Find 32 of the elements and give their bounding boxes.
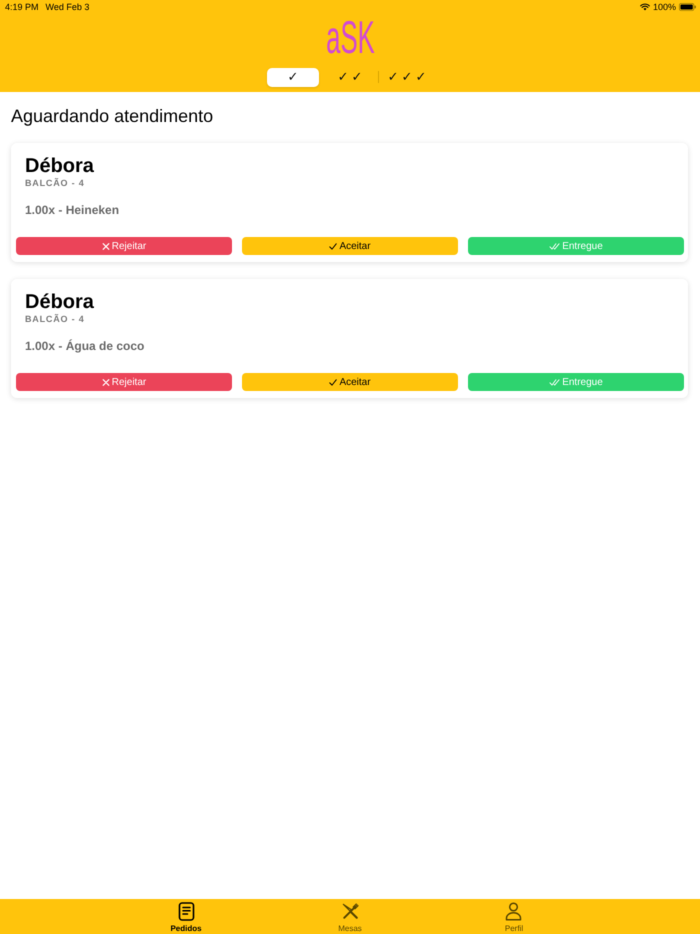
accept-button[interactable]: Aceitar <box>242 237 458 255</box>
table-label: BALCÃO - 4 <box>24 178 86 189</box>
battery-percent: 100% <box>652 2 676 12</box>
section-title: Aguardando atendimento <box>11 105 214 127</box>
document-icon <box>178 902 194 921</box>
segment-tab[interactable]: ✓✓ <box>324 68 376 86</box>
customer-name: Débora <box>24 154 95 178</box>
tab-bar-item[interactable]: Pedidos <box>170 899 202 934</box>
order-item: 1.00x - Heineken <box>24 203 120 217</box>
check-icon <box>329 242 338 250</box>
order-item: 1.00x - Água de coco <box>24 339 146 353</box>
tab-bar-item[interactable]: Perfil <box>504 899 524 934</box>
reject-button[interactable]: Rejeitar <box>16 237 232 255</box>
x-icon <box>102 242 110 250</box>
battery-icon <box>679 3 696 11</box>
wifi-icon <box>640 3 650 11</box>
customer-name: Débora <box>24 290 95 314</box>
tab-bar-item[interactable]: Mesas <box>338 899 362 934</box>
fork-and-knife-icon <box>342 902 358 921</box>
person-icon <box>505 902 522 921</box>
double-check-icon <box>549 242 560 250</box>
table-label: BALCÃO - 4 <box>24 314 86 325</box>
status-time: 4:19 PM <box>5 2 39 12</box>
status-date: Wed Feb 3 <box>46 2 90 12</box>
check-icon <box>329 378 338 386</box>
reject-button[interactable]: Rejeitar <box>16 373 232 391</box>
x-icon <box>102 378 110 386</box>
accept-button[interactable]: Aceitar <box>242 373 458 391</box>
double-check-icon <box>549 378 560 386</box>
app-logo: aSK <box>326 17 374 57</box>
segment-tab[interactable]: ✓✓✓ <box>381 68 433 86</box>
segment-tab[interactable]: ✓ <box>267 68 319 86</box>
